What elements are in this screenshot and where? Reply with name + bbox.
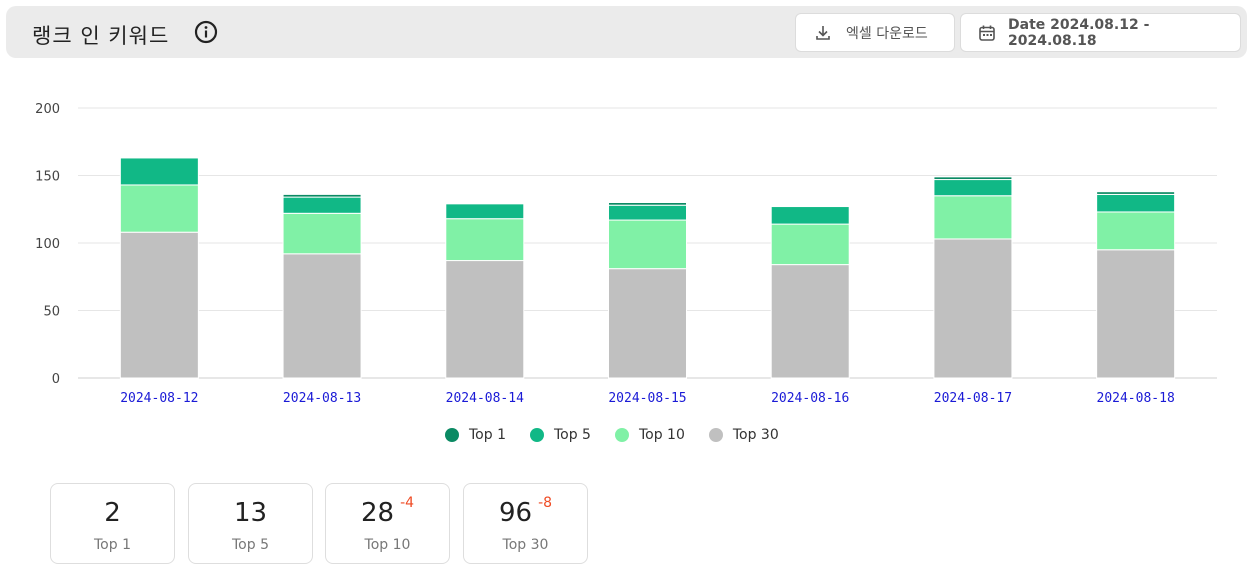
bar-segment — [119, 157, 199, 186]
legend-item-top30[interactable]: Top 30 — [708, 427, 779, 443]
bar-segment — [608, 204, 687, 221]
bar-segment — [1096, 211, 1176, 251]
x-tick-label: 2024-08-15 — [608, 391, 686, 406]
bar-segment — [933, 176, 1013, 181]
bar-segment — [933, 179, 1013, 197]
bar-segment — [608, 202, 687, 206]
x-tick-label: 2024-08-12 — [120, 391, 198, 406]
summary-label: Top 30 — [502, 537, 549, 553]
legend-dot-top5 — [529, 428, 544, 442]
header-bar: 랭크 인 키워드 엑셀 다운로드 Date 2024.08.12 - 2024.… — [6, 6, 1247, 58]
bar-segment — [608, 268, 687, 379]
page-title: 랭크 인 키워드 — [32, 24, 170, 48]
date-range-button[interactable]: Date 2024.08.12 - 2024.08.18 — [960, 13, 1241, 52]
y-tick-label: 150 — [35, 170, 60, 185]
y-tick-label: 0 — [52, 372, 60, 387]
legend-item-top5[interactable]: Top 5 — [529, 427, 591, 443]
excel-download-label: 엑셀 다운로드 — [846, 25, 928, 42]
summary-card-top10: 28 -4 Top 10 — [325, 483, 450, 564]
x-tick-label: 2024-08-13 — [283, 391, 361, 406]
bar-segment — [282, 212, 362, 255]
info-icon[interactable] — [194, 20, 218, 44]
legend-label-top5: Top 5 — [553, 427, 591, 443]
summary-number: 28 — [360, 498, 395, 528]
summary-card-top5: 13 Top 5 — [188, 483, 313, 564]
bar-segment — [445, 218, 525, 262]
bar-segment — [282, 196, 362, 214]
bar-segment — [770, 264, 850, 379]
summary-delta: -8 — [538, 495, 553, 511]
summary-number: 2 — [104, 498, 121, 528]
rank-keyword-chart: 0 50 100 150 200 2024-08-12 2024-08-13 2024-08-… — [35, 102, 1217, 406]
bar-segment — [608, 219, 687, 270]
summary-card-top1: 2 Top 1 — [50, 483, 175, 564]
summary-label: Top 5 — [232, 537, 269, 553]
bar-segment — [1096, 249, 1176, 379]
bar-segment — [445, 203, 525, 220]
date-range-label: Date 2024.08.12 - 2024.08.18 — [1008, 16, 1150, 49]
bar-segment — [933, 195, 1013, 240]
legend-label-top1: Top 1 — [469, 427, 506, 443]
y-tick-label: 50 — [43, 305, 60, 320]
x-tick-label: 2024-08-14 — [446, 391, 524, 406]
bar-segment — [282, 253, 362, 379]
summary-value: 2 — [51, 498, 174, 528]
bar-segment — [282, 193, 362, 198]
calendar-icon — [979, 25, 995, 41]
legend-label-top30: Top 30 — [732, 427, 779, 443]
bar-segment — [445, 260, 525, 379]
summary-label: Top 10 — [364, 537, 411, 553]
summary-card-top30: 96 -8 Top 30 — [463, 483, 588, 564]
summary-value: 28 -4 — [326, 495, 449, 528]
summary-delta: -4 — [400, 495, 415, 511]
legend-item-top10[interactable]: Top 10 — [614, 427, 685, 443]
bar-segment — [119, 184, 199, 233]
download-icon — [816, 25, 830, 40]
legend-dot-top30 — [708, 428, 723, 442]
bar-segment — [770, 223, 850, 266]
summary-number: 96 — [498, 498, 533, 528]
summary-label: Top 1 — [94, 537, 131, 553]
summary-value: 13 — [189, 498, 312, 528]
legend-dot-top10 — [614, 428, 629, 442]
bar-segment — [1096, 193, 1176, 213]
legend-label-top10: Top 10 — [638, 427, 685, 443]
bar-segment — [1096, 191, 1176, 195]
legend-dot-top1 — [445, 428, 459, 442]
summary-number: 13 — [233, 498, 268, 528]
legend-item-top1[interactable]: Top 1 — [445, 427, 506, 443]
y-tick-label: 200 — [35, 102, 60, 117]
x-tick-label: 2024-08-18 — [1097, 391, 1175, 406]
chart-legend: Top 1 Top 5 Top 10 Top 30 — [445, 427, 803, 443]
summary-value: 96 -8 — [464, 495, 587, 528]
bar-segment — [933, 238, 1013, 379]
bar-segment — [770, 206, 850, 225]
x-tick-label: 2024-08-17 — [934, 391, 1012, 406]
bar-segment — [119, 231, 199, 379]
y-tick-label: 100 — [35, 237, 60, 252]
x-tick-label: 2024-08-16 — [771, 391, 849, 406]
excel-download-button[interactable]: 엑셀 다운로드 — [795, 13, 955, 52]
